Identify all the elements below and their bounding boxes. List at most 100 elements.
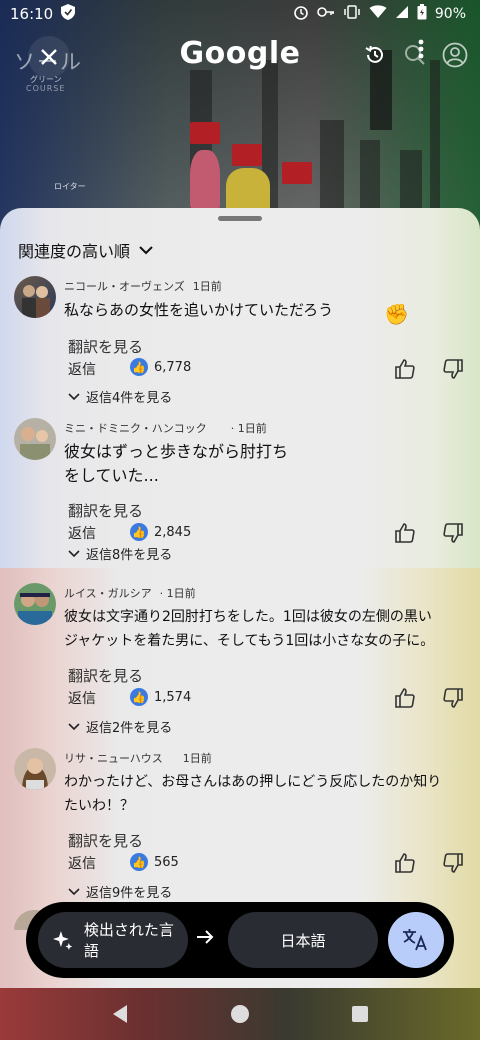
- like-badge-icon: 👍: [130, 358, 148, 376]
- back-icon: [113, 1005, 127, 1023]
- drag-handle[interactable]: [218, 216, 262, 221]
- comment-author[interactable]: ニコール・オーヴェンズ: [64, 280, 185, 293]
- comment-time: · 1日前: [159, 587, 196, 600]
- reply-button[interactable]: 返信: [68, 359, 96, 379]
- translate-link[interactable]: 翻訳を見る: [68, 665, 143, 686]
- status-bar: 16:10 90%: [0, 0, 480, 28]
- comment-time: 1日前: [182, 752, 212, 765]
- sort-label: 関連度の高い順: [18, 242, 131, 261]
- comment-text-line: をしていた...: [64, 466, 159, 485]
- comment-text-line: 彼女はずっと歩きながら肘打ち: [64, 442, 289, 461]
- avatar[interactable]: [14, 418, 56, 460]
- view-replies-button[interactable]: 返信4件を見る: [68, 387, 172, 406]
- reply-button[interactable]: 返信: [68, 853, 96, 873]
- battery-icon: [417, 4, 427, 24]
- comment-meta: リサ・ニューハウス 1日前: [64, 750, 212, 766]
- comment-meta: ルイス・ガルシア · 1日前: [64, 585, 196, 601]
- detected-language-label: 検出された言語: [83, 921, 174, 960]
- comment-text: 彼女はずっと歩きながら肘打ち をしていた...: [64, 440, 288, 488]
- avatar[interactable]: [14, 583, 56, 625]
- comment-time: · 1日前: [230, 422, 267, 435]
- sparkle-icon: [52, 931, 73, 950]
- video-caption: ロイター: [54, 182, 86, 191]
- translate-link[interactable]: 翻訳を見る: [68, 830, 143, 851]
- faded-sub-label-2: COURSE: [26, 84, 66, 93]
- account-icon[interactable]: [442, 42, 468, 68]
- like-count-value: 565: [154, 854, 179, 870]
- like-count: 👍 1,574: [130, 688, 191, 706]
- comment-text-line: たいわ！？: [64, 798, 134, 814]
- like-count: 👍 2,845: [130, 523, 191, 541]
- thumb-up-icon[interactable]: [394, 358, 416, 380]
- comment-text: 私ならあの女性を追いかけていただろう: [64, 298, 333, 322]
- thumb-down-icon[interactable]: [442, 522, 464, 544]
- status-time: 16:10: [10, 5, 54, 23]
- chevron-down-icon: [139, 246, 153, 255]
- comment-author[interactable]: ミニ・ドミニク・ハンコック: [64, 422, 207, 435]
- avatar[interactable]: [14, 748, 56, 790]
- battery-percent: 90%: [434, 6, 466, 22]
- comment-author[interactable]: リサ・ニューハウス: [64, 752, 163, 765]
- like-badge-icon: 👍: [130, 688, 148, 706]
- like-count: 👍 6,778: [130, 358, 191, 376]
- comment-text-line: ジャケットを着た男に、そしてもう1回は小さな女の子に。: [64, 633, 435, 649]
- system-nav-bar: [0, 988, 480, 1040]
- comment-text-line: 彼女は文字通り2回肘打ちをした。1回は彼女の左側の黒い: [64, 609, 432, 625]
- alarm-icon: [293, 4, 309, 24]
- view-replies-label: 返信2件を見る: [86, 721, 173, 736]
- thumb-down-icon[interactable]: [442, 852, 464, 874]
- shield-icon: [61, 4, 76, 24]
- like-badge-icon: 👍: [130, 853, 148, 871]
- detected-language-button[interactable]: 検出された言語: [38, 912, 188, 968]
- thumb-down-icon[interactable]: [442, 687, 464, 709]
- reply-button[interactable]: 返信: [68, 688, 96, 708]
- more-vert-icon[interactable]: [408, 36, 434, 62]
- thumb-up-icon[interactable]: [394, 687, 416, 709]
- translation-bar: 検出された言語 日本語: [26, 902, 454, 978]
- top-bar: ソール グリーン COURSE Google: [0, 34, 480, 93]
- wifi-icon: [369, 5, 387, 23]
- history-icon[interactable]: [362, 42, 388, 68]
- recents-icon: [352, 1006, 368, 1022]
- chevron-down-icon: [68, 549, 80, 557]
- view-replies-button[interactable]: 返信9件を見る: [68, 882, 172, 901]
- comments-sheet: 関連度の高い順 ニコール・オーヴェンズ 1日前 私ならあの女性を追いかけていただろ…: [0, 208, 480, 988]
- view-replies-button[interactable]: 返信2件を見る: [68, 717, 172, 736]
- reply-button[interactable]: 返信: [68, 523, 96, 543]
- recents-button[interactable]: [348, 1002, 372, 1026]
- chevron-down-icon: [68, 722, 80, 730]
- translate-button[interactable]: [388, 912, 444, 968]
- thumb-up-icon[interactable]: [394, 852, 416, 874]
- comment-text: わかったけど、お母さんはあの押しにどう反応したのか知り たいわ！？: [64, 770, 441, 818]
- like-badge-icon: 👍: [130, 523, 148, 541]
- comment-text-line: わかったけど、お母さんはあの押しにどう反応したのか知り: [64, 774, 442, 790]
- like-count-value: 2,845: [154, 524, 192, 540]
- avatar[interactable]: [14, 276, 56, 318]
- chevron-down-icon: [68, 392, 80, 400]
- translate-icon: [403, 929, 427, 951]
- translate-link[interactable]: 翻訳を見る: [68, 500, 143, 521]
- thumb-down-icon[interactable]: [442, 358, 464, 380]
- like-count-value: 6,778: [154, 359, 192, 375]
- like-count: 👍 565: [130, 853, 179, 871]
- like-count-value: 1,574: [154, 689, 192, 705]
- home-icon: [231, 1005, 249, 1023]
- key-icon: [317, 6, 335, 22]
- translate-link[interactable]: 翻訳を見る: [68, 336, 143, 357]
- comment-author[interactable]: ルイス・ガルシア: [64, 587, 152, 600]
- sort-dropdown[interactable]: 関連度の高い順: [18, 238, 154, 262]
- home-button[interactable]: [228, 1002, 252, 1026]
- thumb-up-icon[interactable]: [394, 522, 416, 544]
- back-button[interactable]: [108, 1002, 132, 1026]
- comment-time: 1日前: [192, 280, 222, 293]
- view-replies-button[interactable]: 返信8件を見る: [68, 544, 172, 563]
- chevron-down-icon: [68, 887, 80, 895]
- comment-text: 彼女は文字通り2回肘打ちをした。1回は彼女の左側の黒い ジャケットを着た男に、そ…: [64, 605, 434, 653]
- vibrate-icon: [343, 5, 361, 23]
- view-replies-label: 返信4件を見る: [86, 391, 173, 406]
- target-language-label: 日本語: [280, 931, 326, 950]
- view-replies-label: 返信9件を見る: [86, 886, 173, 901]
- comment-text-line: 私ならあの女性を追いかけていただろう: [64, 301, 334, 319]
- view-replies-label: 返信8件を見る: [86, 548, 173, 563]
- target-language-button[interactable]: 日本語: [228, 912, 378, 968]
